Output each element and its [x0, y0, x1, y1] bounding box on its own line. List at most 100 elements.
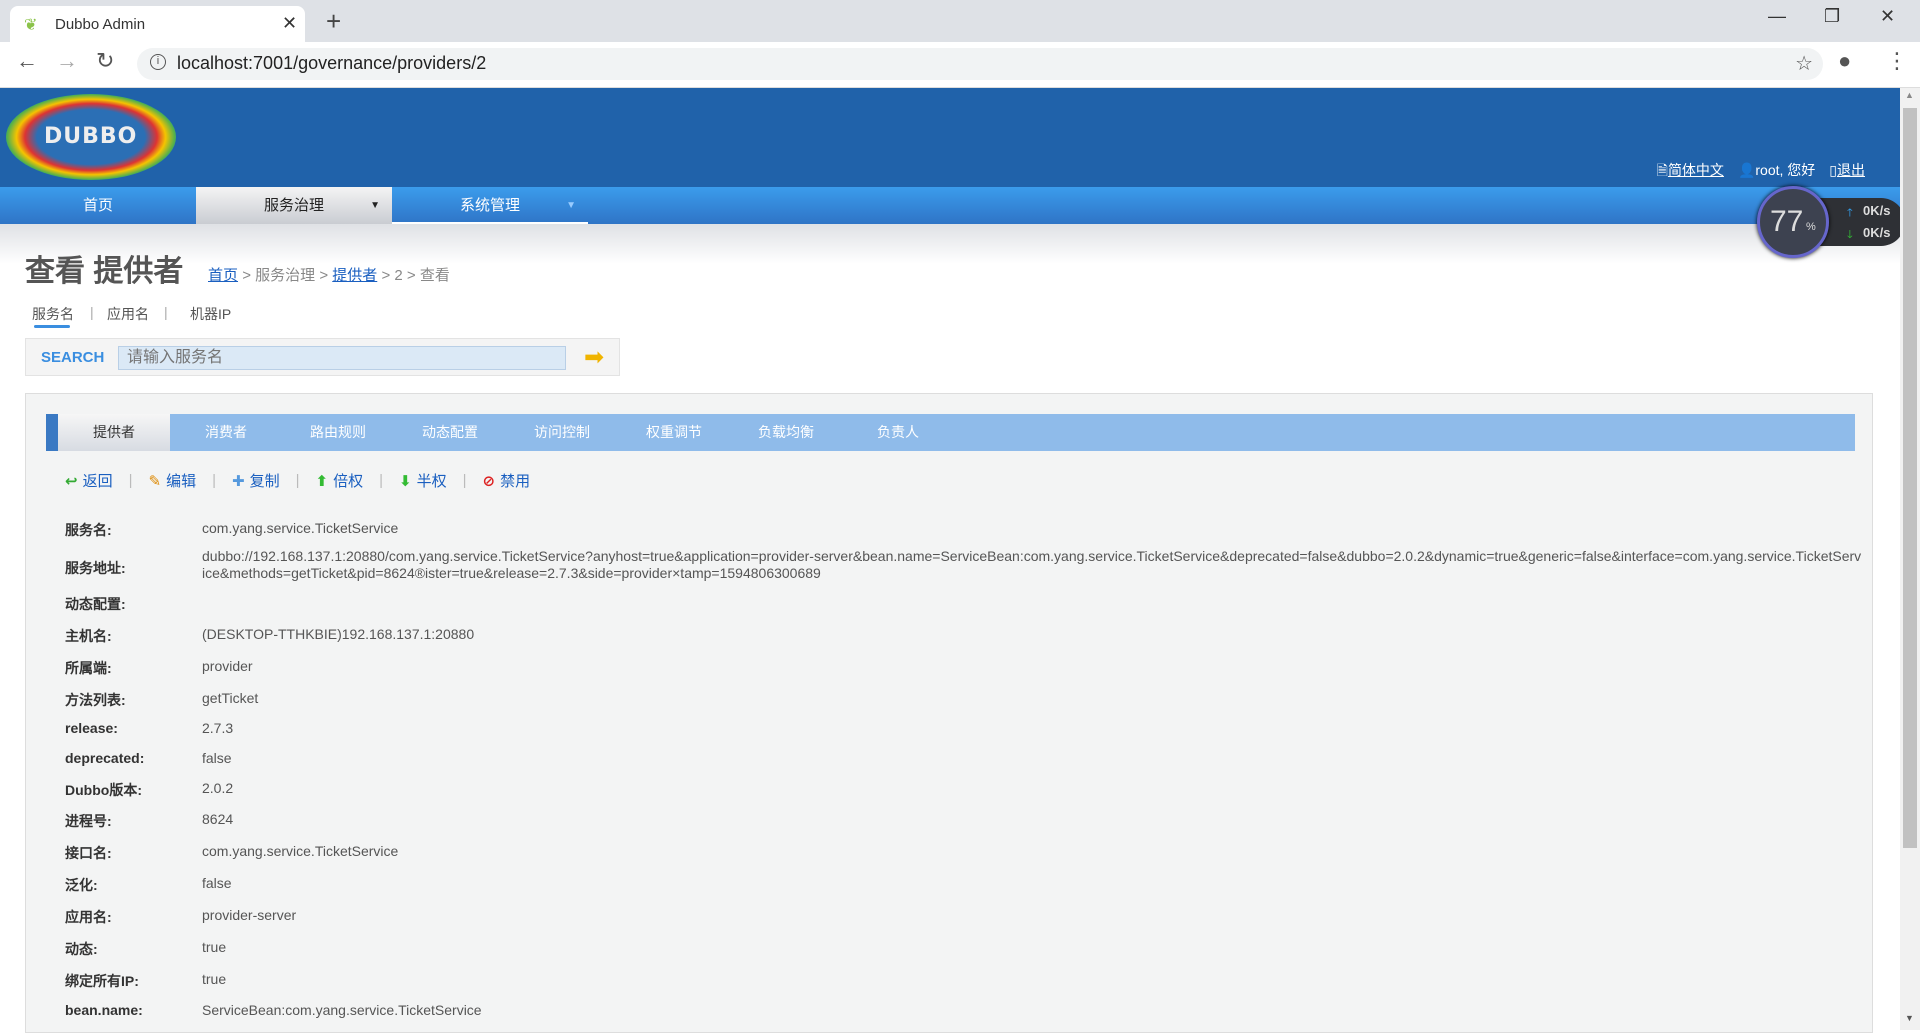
panel-tab[interactable]: 提供者	[58, 414, 170, 451]
detail-value: com.yang.service.TicketService	[202, 520, 399, 536]
panel-tab[interactable]: 路由规则	[282, 414, 394, 451]
panel-tab[interactable]: 消费者	[170, 414, 282, 451]
panel-tab[interactable]: 权重调节	[618, 414, 730, 451]
action-label: 倍权	[333, 473, 364, 490]
detail-label: bean.name:	[65, 1002, 143, 1018]
divider: |	[295, 472, 300, 489]
nav-home[interactable]: 首页	[0, 187, 196, 224]
breadcrumb: 首页 > 服务治理 > 提供者 > 2 > 查看	[208, 264, 450, 285]
language-link[interactable]: 🗎简体中文	[1657, 160, 1724, 184]
breadcrumb-section: 服务治理	[255, 267, 316, 284]
upload-arrow-icon: 🡑	[1847, 207, 1853, 219]
user-greeting: 👤root, 您好	[1738, 160, 1815, 184]
nav-service-governance[interactable]: 服务治理 ▼	[196, 187, 392, 224]
action-arrow-up[interactable]: ⬆ 倍权	[316, 470, 364, 491]
divider: |	[128, 472, 133, 489]
detail-value: dubbo://192.168.137.1:20880/com.yang.ser…	[202, 548, 1862, 581]
caret-down-icon: ▼	[370, 200, 380, 211]
memory-gauge[interactable]: 77 %	[1757, 186, 1829, 258]
panel-tab[interactable]: 负载均衡	[730, 414, 842, 451]
action-return[interactable]: ↩ 返回	[65, 470, 113, 491]
detail-label: 所属端:	[65, 660, 112, 676]
detail-label: 进程号:	[65, 813, 112, 829]
page-title: 查看 提供者	[25, 255, 184, 288]
detail-value: 2.7.3	[202, 720, 234, 736]
logout-link[interactable]: ▯退出	[1829, 160, 1865, 184]
search-input[interactable]	[118, 346, 566, 370]
scroll-up-icon[interactable]: ▲	[1905, 90, 1914, 100]
action-label: 复制	[249, 473, 280, 490]
detail-panel: 提供者 消费者 路由规则 动态配置 访问控制 权重调节 负载均衡 负责人 ↩ 返回 | ✎ 编辑 | ✚ 复…	[25, 393, 1873, 1033]
panel-tabs: 提供者 消费者 路由规则 动态配置 访问控制 权重调节 负载均衡 负责人	[46, 414, 1855, 451]
scrollbar-thumb[interactable]	[1903, 108, 1917, 848]
scroll-down-icon[interactable]: ▼	[1905, 1013, 1914, 1023]
nav-system-management[interactable]: 系统管理 ▼	[392, 187, 588, 224]
address-bar[interactable]: i localhost:7001/governance/providers/2 …	[137, 48, 1823, 80]
reload-icon[interactable]: ↻	[96, 48, 114, 74]
action-label: 返回	[82, 473, 113, 490]
download-arrow-icon: 🡓	[1847, 229, 1853, 241]
filter-tab-app[interactable]: 应用名	[107, 304, 149, 324]
url-text: localhost:7001/governance/providers/2	[177, 53, 487, 73]
detail-value: com.yang.service.TicketService	[202, 843, 399, 859]
panel-tab[interactable]: 负责人	[842, 414, 954, 451]
filter-tab-ip[interactable]: 机器IP	[190, 304, 231, 324]
divider: |	[462, 472, 467, 489]
panel-tab[interactable]: 动态配置	[394, 414, 506, 451]
logout-label[interactable]: 退出	[1837, 162, 1865, 178]
leaf-favicon-icon: ❦	[24, 17, 38, 34]
active-tab-underline	[34, 325, 70, 328]
dubbo-logo: DUBBO	[6, 94, 176, 180]
arrow-right-icon[interactable]: ➡	[584, 343, 604, 372]
browser-tab-strip: ❦ Dubbo Admin ✕ + — ❐ ✕	[0, 0, 1920, 42]
action-forbidden[interactable]: ⊘ 禁用	[483, 470, 531, 491]
detail-value: provider	[202, 658, 253, 674]
bookmark-star-icon[interactable]: ☆	[1795, 51, 1813, 76]
subheader-bg	[0, 224, 1900, 264]
detail-value: true	[202, 971, 227, 987]
detail-value: ServiceBean:com.yang.service.TicketServi…	[202, 1002, 482, 1018]
browser-tab[interactable]: ❦ Dubbo Admin ✕	[10, 6, 305, 42]
detail-value: false	[202, 875, 232, 891]
return-icon: ↩	[65, 472, 78, 490]
new-tab-icon[interactable]: +	[326, 6, 341, 37]
profile-icon[interactable]: ●	[1838, 48, 1851, 74]
percent-sign: %	[1806, 221, 1816, 233]
caret-down-icon: ▼	[566, 200, 576, 211]
detail-value: 8624	[202, 811, 234, 827]
back-icon[interactable]: ←	[16, 48, 38, 74]
action-label: 编辑	[166, 473, 197, 490]
breadcrumb-providers[interactable]: 提供者	[332, 267, 377, 284]
forward-icon[interactable]: →	[56, 48, 78, 74]
main-nav: 首页 服务治理 ▼ 系统管理 ▼	[0, 187, 1900, 224]
browser-toolbar: ← → ↻ i localhost:7001/governance/provid…	[0, 42, 1920, 88]
plus-icon: ✚	[232, 472, 245, 490]
breadcrumb-home[interactable]: 首页	[208, 267, 238, 284]
detail-label: 服务名:	[65, 522, 112, 538]
detail-label: deprecated:	[65, 750, 145, 766]
nav-label: 服务治理	[263, 197, 324, 214]
scrollbar[interactable]: ▲ ▼	[1900, 88, 1920, 1030]
language-label[interactable]: 简体中文	[1668, 162, 1724, 178]
info-icon[interactable]: i	[150, 54, 166, 70]
action-label: 禁用	[500, 473, 531, 490]
sep: >	[242, 267, 251, 284]
restore-icon[interactable]: ❐	[1824, 6, 1840, 27]
close-tab-icon[interactable]: ✕	[282, 13, 297, 34]
divider: |	[379, 472, 383, 489]
divider: |	[212, 472, 216, 489]
window-close-icon[interactable]: ✕	[1880, 6, 1895, 27]
detail-label: 动态配置:	[65, 596, 126, 612]
divider: |	[164, 304, 168, 320]
menu-icon[interactable]: ⋮	[1886, 48, 1908, 74]
action-plus[interactable]: ✚ 复制	[232, 470, 280, 491]
detail-value: true	[202, 939, 227, 955]
action-pencil[interactable]: ✎ 编辑	[149, 470, 197, 491]
filter-tab-service[interactable]: 服务名	[32, 304, 74, 324]
detail-label: 接口名:	[65, 845, 112, 861]
panel-tab[interactable]: 访问控制	[506, 414, 618, 451]
detail-label: 动态:	[65, 941, 98, 957]
detail-label: 绑定所有IP:	[65, 973, 139, 989]
action-arrow-down[interactable]: ⬇ 半权	[399, 470, 447, 491]
minimize-icon[interactable]: —	[1768, 6, 1786, 27]
